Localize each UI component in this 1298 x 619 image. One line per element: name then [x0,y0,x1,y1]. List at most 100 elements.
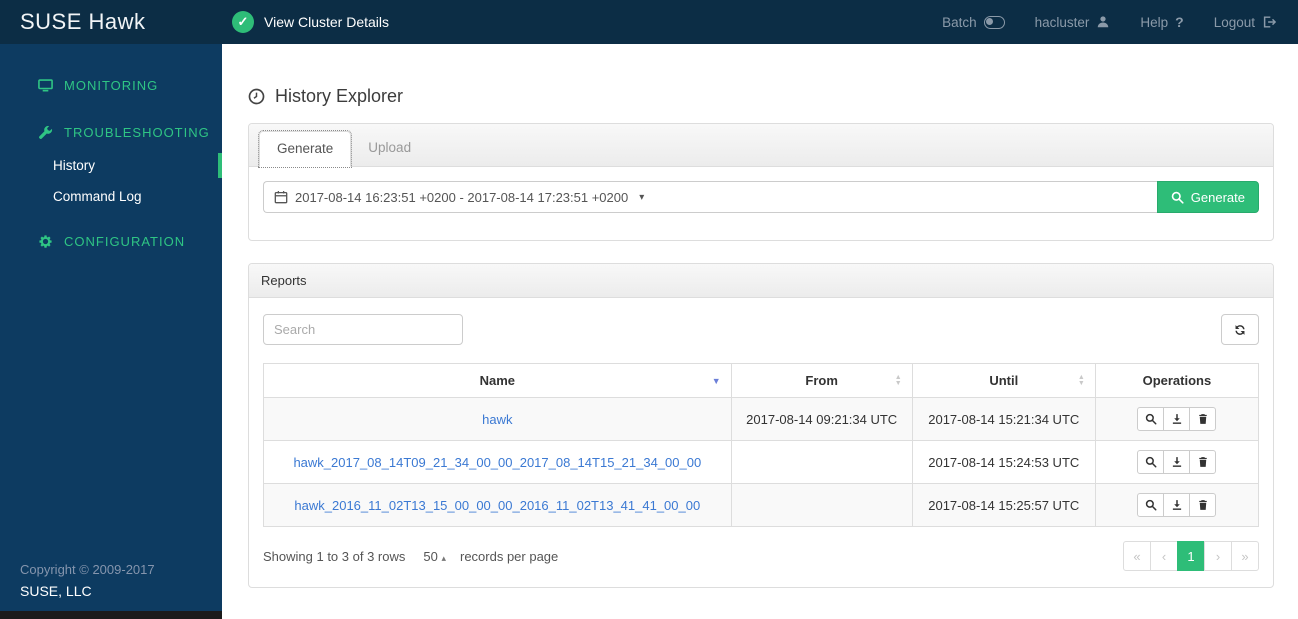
date-range-input[interactable]: 2017-08-14 16:23:51 +0200 - 2017-08-14 1… [263,181,1157,213]
cluster-status-label: View Cluster Details [264,14,390,30]
sidebar: MONITORING TROUBLESHOOTING History Comma… [0,44,222,619]
question-icon: ? [1175,14,1184,30]
report-link[interactable]: hawk_2016_11_02T13_15_00_00_00_2016_11_0… [294,498,700,513]
table-row: hawk 2017-08-14 09:21:34 UTC 2017-08-14 … [263,397,1260,441]
page-size-value: 50 [423,548,438,564]
report-from: 2017-08-14 09:21:34 UTC [730,397,913,441]
sidebar-item-troubleshooting[interactable]: TROUBLESHOOTING [0,115,222,150]
generate-button[interactable]: Generate [1156,181,1259,213]
reports-panel-header: Reports [249,264,1273,298]
sidebar-nav: MONITORING TROUBLESHOOTING History Comma… [0,44,222,259]
sidebar-item-monitoring[interactable]: MONITORING [0,68,222,103]
sidebar-configuration-label: CONFIGURATION [64,234,186,249]
batch-label: Batch [942,14,977,30]
pagination-next-button[interactable]: › [1204,541,1232,571]
logout-menu-item[interactable]: Logout [1214,15,1276,30]
help-label: Help [1140,14,1169,30]
company-text: SUSE, LLC [20,583,92,599]
logout-label: Logout [1213,14,1255,30]
view-report-button[interactable] [1137,493,1165,517]
tab-generate-label: Generate [277,141,334,156]
report-from [730,440,913,484]
view-report-button[interactable] [1137,407,1165,431]
top-bar: SUSE Hawk ✓ View Cluster Details Batch h… [0,0,1298,44]
main-content: History Explorer Generate Upload 2017-08… [222,44,1298,619]
column-until-label: Until [989,373,1019,388]
page-title: History Explorer [248,86,1274,107]
tab-generate[interactable]: Generate [257,130,353,168]
pagination-first-button[interactable]: « [1123,541,1151,571]
pagination-prev-button[interactable]: ‹ [1150,541,1178,571]
report-until: 2017-08-14 15:21:34 UTC [911,397,1096,441]
sidebar-item-configuration[interactable]: CONFIGURATION [0,224,222,259]
delete-report-button[interactable] [1189,450,1217,474]
sidebar-command-log-label: Command Log [53,189,142,204]
generate-panel: Generate Upload 2017-08-14 16:23:51 +020… [248,123,1274,241]
tab-upload-label: Upload [368,140,412,155]
calendar-icon [274,191,288,204]
delete-icon [1199,457,1207,467]
generate-panel-tabs: Generate Upload [249,124,1273,168]
clock-icon [248,88,265,105]
pagination-page-1-button[interactable]: 1 [1177,541,1205,571]
app-window: SUSE Hawk ✓ View Cluster Details Batch h… [0,0,1298,619]
top-menu: Batch hacluster Help ? Logout [942,14,1276,30]
view-icon [1145,499,1157,511]
column-header-from[interactable]: From ▲ ▼ [730,363,913,398]
download-icon [1172,500,1182,510]
table-header-row: Name ▼ From ▲ ▼ Until ▲ ▼ Operations [263,363,1260,398]
gear-icon [39,235,52,248]
reports-panel-title: Reports [261,273,307,288]
report-until: 2017-08-14 15:24:53 UTC [911,440,1096,484]
search-input[interactable] [263,314,463,345]
generate-panel-body: 2017-08-14 16:23:51 +0200 - 2017-08-14 1… [249,167,1273,240]
sidebar-monitoring-label: MONITORING [64,78,159,93]
sidebar-item-command-log[interactable]: Command Log [0,181,222,212]
copyright-text: Copyright © 2009-2017 [20,562,155,577]
table-row: hawk_2017_08_14T09_21_34_00_00_2017_08_1… [263,440,1260,484]
column-name-label: Name [479,373,516,388]
column-header-name[interactable]: Name ▼ [263,363,732,398]
sort-desc-icon: ▼ [711,375,721,386]
download-report-button[interactable] [1163,493,1191,517]
batch-toggle-icon [983,15,1005,29]
download-icon [1172,457,1182,467]
column-from-label: From [805,373,838,388]
chevron-down-icon: ▾ [639,191,645,203]
column-header-until[interactable]: Until ▲ ▼ [911,363,1096,398]
tab-upload[interactable]: Upload [351,131,428,167]
sidebar-item-history[interactable]: History [0,150,222,181]
reports-panel: Reports Name [248,263,1274,588]
delete-icon [1199,414,1207,424]
user-menu-item[interactable]: hacluster [1035,15,1111,30]
column-operations-label: Operations [1142,373,1212,388]
pagination-summary: Showing 1 to 3 of 3 rows [263,548,406,564]
download-icon [1172,414,1182,424]
pagination-last-button[interactable]: » [1231,541,1259,571]
delete-report-button[interactable] [1189,407,1217,431]
help-menu-item[interactable]: Help ? [1140,14,1183,30]
report-until: 2017-08-14 15:25:57 UTC [911,483,1096,527]
batch-menu-item[interactable]: Batch [942,15,1005,30]
column-header-operations: Operations [1094,363,1260,398]
reports-toolbar [263,314,1259,345]
download-report-button[interactable] [1163,407,1191,431]
table-footer: Showing 1 to 3 of 3 rows 50 ▴ records pe… [263,541,1259,571]
download-report-button[interactable] [1163,450,1191,474]
user-icon [1098,16,1109,28]
refresh-button[interactable] [1221,314,1259,345]
sidebar-footer: Copyright © 2009-2017 SUSE, LLC [0,552,222,611]
cluster-status-link[interactable]: ✓ View Cluster Details [232,11,389,33]
brand-logo[interactable]: SUSE Hawk [0,9,222,35]
report-link[interactable]: hawk_2017_08_14T09_21_34_00_00_2017_08_1… [293,455,701,470]
delete-icon [1199,500,1207,510]
sidebar-history-label: History [53,158,96,173]
report-link[interactable]: hawk [482,412,512,427]
logout-icon [1263,16,1276,28]
delete-report-button[interactable] [1189,493,1217,517]
refresh-icon [1235,324,1245,335]
view-report-button[interactable] [1137,450,1165,474]
page-size-dropdown[interactable]: 50 ▴ [423,549,446,564]
generate-button-label: Generate [1190,189,1245,205]
table-row: hawk_2016_11_02T13_15_00_00_00_2016_11_0… [263,483,1260,527]
